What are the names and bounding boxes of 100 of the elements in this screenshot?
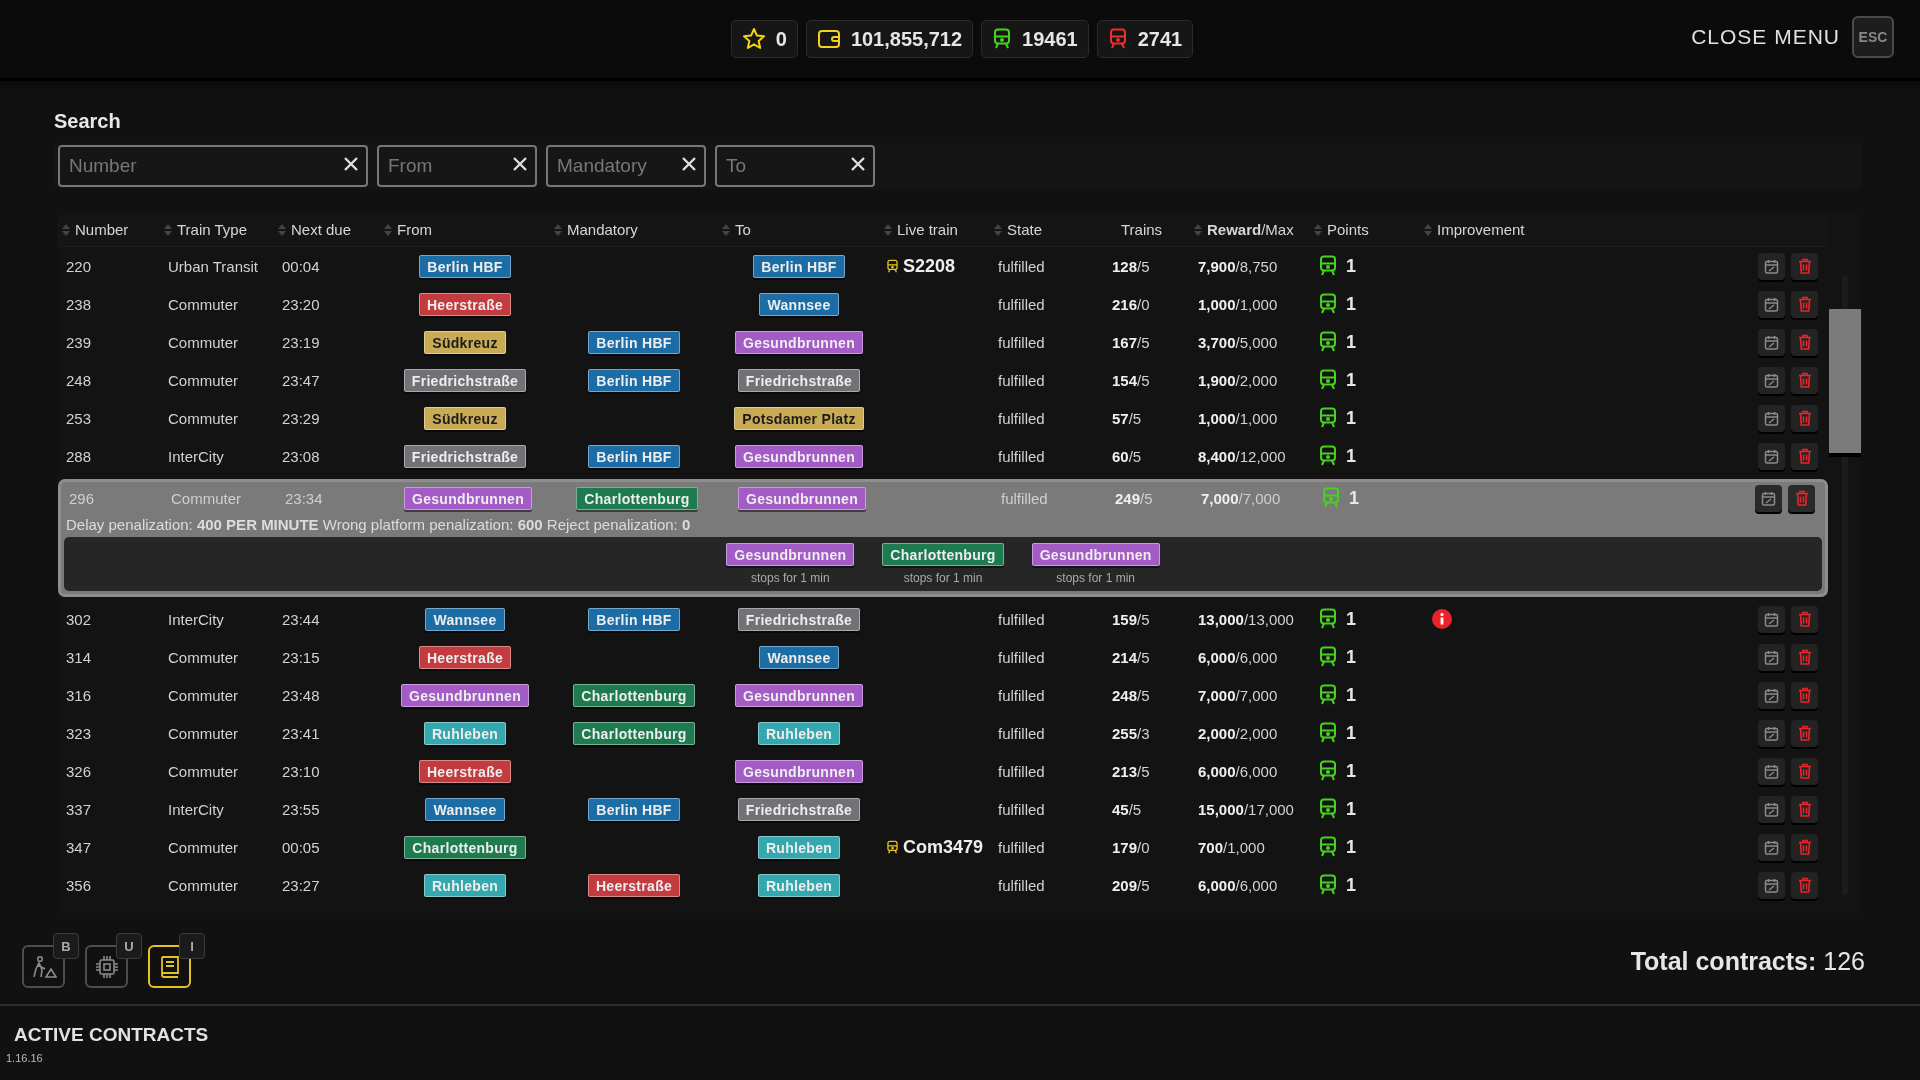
train-icon — [1318, 874, 1338, 896]
trains-count: 248/5 — [1111, 686, 1151, 704]
schedule-button[interactable] — [1758, 252, 1785, 280]
column-header[interactable]: Next due — [291, 221, 352, 238]
station-tag: Berlin HBF — [588, 368, 680, 392]
train-icon — [886, 258, 899, 274]
next-due-time: 23:19 — [281, 333, 321, 351]
trash-icon — [1797, 839, 1812, 855]
train-type: Commuter — [167, 838, 239, 856]
delete-button[interactable] — [1791, 404, 1818, 432]
train-icon — [1318, 798, 1338, 820]
schedule-button[interactable] — [1758, 871, 1785, 899]
column-header[interactable]: Train Type — [177, 221, 248, 238]
trash-icon — [1797, 687, 1812, 703]
column-header[interactable]: Number — [75, 221, 129, 238]
station-tag: Gesundbrunnen — [735, 444, 863, 468]
next-due-time: 23:15 — [281, 648, 321, 666]
delete-button[interactable] — [1791, 252, 1818, 280]
schedule-button[interactable] — [1758, 290, 1785, 318]
schedule-button[interactable] — [1758, 681, 1785, 709]
trash-icon — [1797, 649, 1812, 665]
delete-button[interactable] — [1791, 757, 1818, 785]
delete-button[interactable] — [1791, 290, 1818, 318]
stop-duration: stops for 1 min — [903, 571, 983, 585]
delete-button[interactable] — [1791, 795, 1818, 823]
schedule-button[interactable] — [1758, 605, 1785, 633]
schedule-button[interactable] — [1755, 484, 1782, 512]
delete-button[interactable] — [1791, 328, 1818, 356]
next-due-time: 00:05 — [281, 838, 321, 856]
clear-icon[interactable] — [513, 157, 527, 171]
station-tag: Friedrichstraße — [737, 797, 861, 821]
delete-button[interactable] — [1788, 484, 1815, 512]
station-tag: Berlin HBF — [753, 254, 845, 278]
schedule-button[interactable] — [1758, 643, 1785, 671]
schedule-button[interactable] — [1758, 404, 1785, 432]
points-value: 1 — [1346, 836, 1356, 858]
delete-button[interactable] — [1791, 681, 1818, 709]
schedule-button[interactable] — [1758, 795, 1785, 823]
column-header[interactable]: Mandatory — [567, 221, 638, 238]
contract-state: fulfilled — [997, 876, 1046, 894]
train-icon — [1318, 836, 1338, 858]
close-menu-link[interactable]: CLOSE MENU — [1691, 25, 1840, 49]
delete-button[interactable] — [1791, 366, 1818, 394]
contract-number: 347 — [65, 838, 93, 856]
stat-value: 101,855,712 — [850, 27, 963, 51]
station-tag: Gesundbrunnen — [404, 486, 532, 510]
column-header[interactable]: From — [397, 221, 432, 238]
schedule-button[interactable] — [1758, 442, 1785, 470]
schedule-button[interactable] — [1758, 328, 1785, 356]
delete-button[interactable] — [1791, 643, 1818, 671]
shortcut-key-badge: I — [179, 933, 205, 959]
reward-amount: 1,000/1,000 — [1197, 409, 1279, 427]
station-tag: Potsdamer Platz — [734, 406, 864, 430]
reward-amount: 3,700/5,000 — [1197, 333, 1279, 351]
trains-count: 209/5 — [1111, 876, 1151, 894]
calendar-icon — [1764, 877, 1779, 893]
live-train-id[interactable]: S2208 — [903, 255, 956, 277]
next-due-time: 23:55 — [281, 800, 321, 818]
schedule-button[interactable] — [1758, 366, 1785, 394]
live-train-id[interactable]: Com3479 — [903, 836, 984, 858]
column-header[interactable]: To — [735, 221, 751, 238]
next-due-time: 23:44 — [281, 610, 321, 628]
train-icon — [1318, 646, 1338, 668]
station-tag: Südkreuz — [424, 406, 506, 430]
clear-icon[interactable] — [344, 157, 358, 171]
train-type: Commuter — [167, 724, 239, 742]
column-header[interactable]: Points — [1327, 221, 1369, 238]
delete-button[interactable] — [1791, 871, 1818, 899]
search-field[interactable]: Mandatory — [546, 145, 706, 187]
delete-button[interactable] — [1791, 442, 1818, 470]
column-header[interactable]: Trains — [1121, 221, 1163, 238]
train-icon — [1318, 255, 1338, 277]
delete-button[interactable] — [1791, 719, 1818, 747]
delete-button[interactable] — [1791, 605, 1818, 633]
column-header[interactable]: Improvement — [1437, 221, 1525, 238]
points-value: 1 — [1346, 798, 1356, 820]
column-header[interactable]: Reward/Max — [1207, 221, 1294, 238]
esc-key-button[interactable]: ESC — [1852, 16, 1894, 58]
clear-icon[interactable] — [682, 157, 696, 171]
points-value: 1 — [1346, 646, 1356, 668]
schedule-button[interactable] — [1758, 719, 1785, 747]
schedule-button[interactable] — [1758, 757, 1785, 785]
points-value: 1 — [1346, 445, 1356, 467]
column-header[interactable]: Live train — [897, 221, 958, 238]
delete-button[interactable] — [1791, 833, 1818, 861]
train-type: Commuter — [167, 762, 239, 780]
calendar-icon — [1764, 725, 1779, 741]
schedule-button[interactable] — [1758, 833, 1785, 861]
train-icon — [1318, 760, 1338, 782]
column-header[interactable]: State — [1007, 221, 1043, 238]
search-field[interactable]: To — [715, 145, 875, 187]
search-field[interactable]: Number — [58, 145, 368, 187]
station-tag: Friedrichstraße — [737, 607, 861, 631]
clear-icon[interactable] — [851, 157, 865, 171]
contract-number: 323 — [65, 724, 93, 742]
contract-state: fulfilled — [997, 610, 1046, 628]
train-type: Commuter — [167, 333, 239, 351]
contract-state: fulfilled — [997, 409, 1046, 427]
search-field[interactable]: From — [377, 145, 537, 187]
next-due-time: 23:08 — [281, 447, 321, 465]
